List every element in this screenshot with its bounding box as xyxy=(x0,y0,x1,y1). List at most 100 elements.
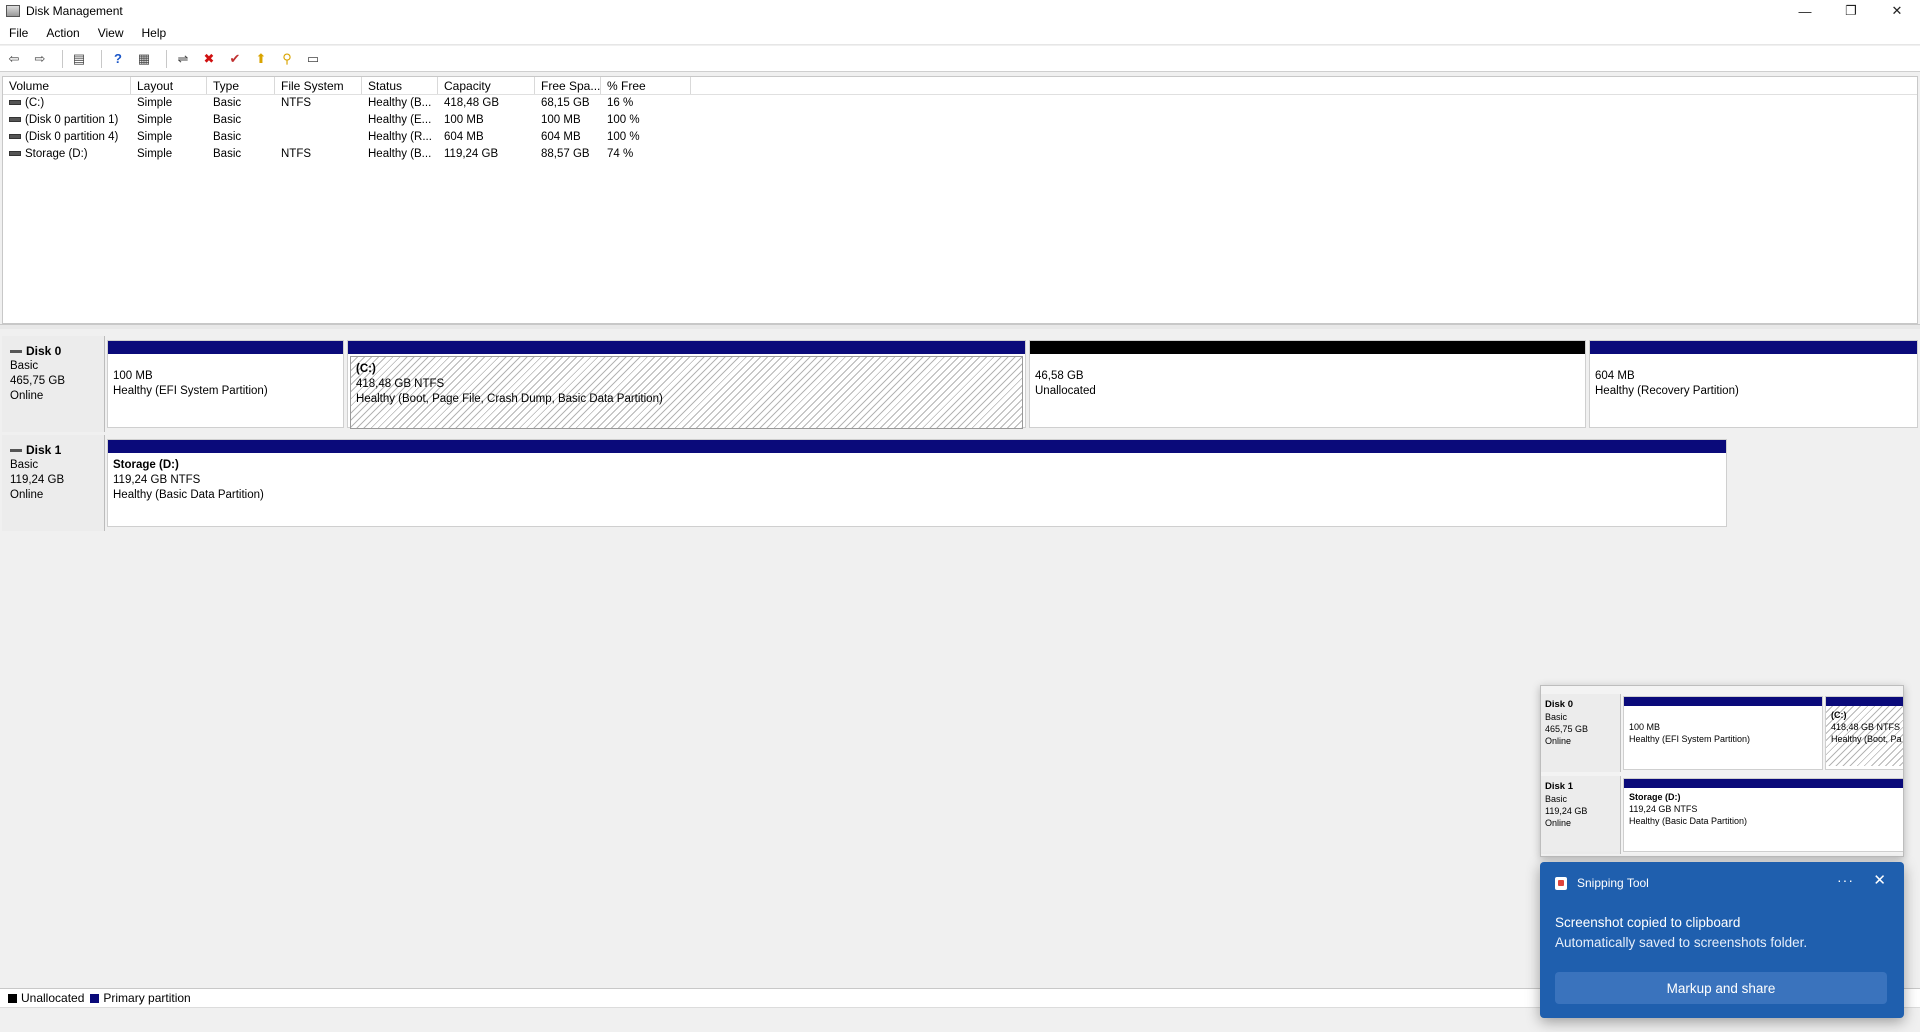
primary-bar xyxy=(108,341,343,354)
refresh-icon[interactable]: ▭ xyxy=(303,49,323,69)
partition-recovery[interactable]: 604 MB Healthy (Recovery Partition) xyxy=(1589,340,1918,428)
preview-disk-0-row: Disk 0 Basic 465,75 GB Online xyxy=(1541,694,1621,772)
table-row[interactable]: (Disk 0 partition 1) Simple Basic Health… xyxy=(3,112,1917,129)
disk-state: Online xyxy=(10,390,44,402)
partition-spacer xyxy=(113,359,338,369)
close-button[interactable]: ✕ xyxy=(1874,0,1920,22)
partition-status: Healthy (EFI System Partition) xyxy=(113,385,268,397)
back-icon[interactable]: ⇦ xyxy=(4,49,24,69)
cell-percent-free: 74 % xyxy=(607,148,634,160)
table-row[interactable]: (Disk 0 partition 4) Simple Basic Health… xyxy=(3,129,1917,146)
cell-free-space: 604 MB xyxy=(541,131,581,143)
export-icon[interactable]: ⬆ xyxy=(251,49,271,69)
preview-partition-efi: 100 MB Healthy (EFI System Partition) xyxy=(1623,696,1823,770)
delete-icon[interactable]: ✖ xyxy=(199,49,219,69)
menu-view[interactable]: View xyxy=(89,26,133,40)
disk-management-icon xyxy=(6,5,20,17)
preview-partition-size: 418,48 GB NTFS xyxy=(1831,722,1901,732)
more-options-icon[interactable]: ··· xyxy=(1837,872,1854,888)
toast-header: Snipping Tool xyxy=(1555,876,1649,890)
cell-capacity: 604 MB xyxy=(444,131,484,143)
partition-status: Healthy (Boot, Page File, Crash Dump, Ba… xyxy=(356,393,663,405)
check-icon[interactable]: ✔ xyxy=(225,49,245,69)
volume-icon xyxy=(9,134,21,140)
partition-size: 46,58 GB xyxy=(1035,370,1084,382)
snipping-tool-icon xyxy=(1555,876,1567,890)
snipping-tool-toast[interactable]: Snipping Tool ··· ✕ Screenshot copied to… xyxy=(1540,862,1904,1018)
partition-size: 418,48 GB NTFS xyxy=(356,378,445,390)
menu-action[interactable]: Action xyxy=(37,26,88,40)
search-icon[interactable]: ⚲ xyxy=(277,49,297,69)
col-type[interactable]: Type xyxy=(207,77,275,94)
legend-primary: Primary partition xyxy=(103,991,191,1005)
cell-volume: (Disk 0 partition 1) xyxy=(3,112,131,129)
console-tree-icon[interactable]: ▤ xyxy=(69,49,89,69)
volume-name: Storage (D:) xyxy=(25,148,88,160)
col-status[interactable]: Status xyxy=(362,77,438,94)
menu-file[interactable]: File xyxy=(0,26,37,40)
cell-free-space: 88,57 GB xyxy=(541,148,590,160)
disk-icon xyxy=(10,350,22,353)
cell-layout: Simple xyxy=(137,97,173,109)
col-file-system[interactable]: File System xyxy=(275,77,362,94)
preview-partition-status: Healthy (Boot, Pa xyxy=(1831,734,1902,744)
preview-partition-storage-d: Storage (D:) 119,24 GB NTFS Healthy (Bas… xyxy=(1623,778,1903,852)
partition-storage-d[interactable]: Storage (D:) 119,24 GB NTFS Healthy (Bas… xyxy=(107,439,1727,527)
unallocated-swatch xyxy=(8,993,17,1003)
preview-partition-body: Storage (D:) 119,24 GB NTFS Healthy (Bas… xyxy=(1624,788,1903,830)
preview-partition-body: 100 MB Healthy (EFI System Partition) xyxy=(1624,706,1822,748)
toolbar: ⇦ ⇨ ▤ ? ▦ ⇌ ✖ ✔ ⬆ ⚲ ▭ xyxy=(0,46,1920,72)
window-title: Disk Management xyxy=(26,4,123,18)
close-icon[interactable]: ✕ xyxy=(1873,871,1886,889)
disk-0-partitions: 100 MB Healthy (EFI System Partition) (C… xyxy=(105,336,1918,432)
disk-name: Disk 1 xyxy=(10,443,104,458)
forward-icon[interactable]: ⇨ xyxy=(30,49,50,69)
disk-0-label[interactable]: Disk 0 Basic 465,75 GB Online xyxy=(2,336,105,432)
cell-file-system xyxy=(275,112,362,129)
primary-bar xyxy=(1624,779,1903,788)
col-free-space[interactable]: Free Spa... xyxy=(535,77,601,94)
preview-partition-status: Healthy (Basic Data Partition) xyxy=(1629,816,1748,826)
col-layout[interactable]: Layout xyxy=(131,77,207,94)
partition-spacer xyxy=(1035,359,1580,369)
properties-icon[interactable]: ▦ xyxy=(134,49,154,69)
table-row[interactable]: (C:) Simple Basic NTFS Healthy (B... 418… xyxy=(3,95,1917,112)
primary-bar xyxy=(1624,697,1822,706)
cell-percent-free: 100 % xyxy=(607,131,640,143)
connect-icon[interactable]: ⇌ xyxy=(173,49,193,69)
snip-preview-thumbnail[interactable]: Disk 0 Basic 465,75 GB Online 100 MB Hea… xyxy=(1540,685,1904,857)
partition-c[interactable]: (C:) 418,48 GB NTFS Healthy (Boot, Page … xyxy=(347,340,1026,429)
partition-unallocated[interactable]: 46,58 GB Unallocated xyxy=(1029,340,1586,428)
col-capacity[interactable]: Capacity xyxy=(438,77,535,94)
disk-1-partitions: Storage (D:) 119,24 GB NTFS Healthy (Bas… xyxy=(105,435,1918,531)
primary-bar xyxy=(1590,341,1917,354)
partition-size: 119,24 GB NTFS xyxy=(113,474,201,486)
markup-and-share-button[interactable]: Markup and share xyxy=(1555,972,1887,1004)
disk-1-label[interactable]: Disk 1 Basic 119,24 GB Online xyxy=(2,435,105,531)
col-volume[interactable]: Volume xyxy=(3,77,131,94)
preview-disk-size: 465,75 GB xyxy=(1545,724,1589,734)
pane-splitter[interactable] xyxy=(0,324,1920,329)
preview-disk-name: Disk 0 xyxy=(1545,699,1573,710)
help-icon[interactable]: ? xyxy=(108,49,128,69)
disk-size: 119,24 GB xyxy=(10,474,65,486)
cell-free-space: 68,15 GB xyxy=(541,97,590,109)
partition-efi[interactable]: 100 MB Healthy (EFI System Partition) xyxy=(107,340,344,428)
partition-body: 604 MB Healthy (Recovery Partition) xyxy=(1590,354,1917,404)
preview-disk-size: 119,24 GB xyxy=(1545,806,1588,816)
table-row[interactable]: Storage (D:) Simple Basic NTFS Healthy (… xyxy=(3,146,1917,163)
col-percent-free[interactable]: % Free xyxy=(601,77,691,94)
restore-button[interactable]: ❐ xyxy=(1828,0,1874,22)
preview-disk-1-label: Disk 1 Basic 119,24 GB Online xyxy=(1541,776,1621,854)
minimize-button[interactable]: — xyxy=(1782,0,1828,22)
preview-disk-state: Online xyxy=(1545,818,1572,828)
menu-help[interactable]: Help xyxy=(133,26,176,40)
unallocated-bar xyxy=(1030,341,1585,354)
cell-type: Basic xyxy=(213,97,242,109)
disk-type: Basic xyxy=(10,459,39,471)
toast-app-name: Snipping Tool xyxy=(1577,876,1649,890)
preview-disk-type: Basic xyxy=(1545,712,1568,722)
volume-icon xyxy=(9,117,21,123)
cell-status: Healthy (B... xyxy=(368,97,432,109)
cell-percent-free: 16 % xyxy=(607,97,634,109)
